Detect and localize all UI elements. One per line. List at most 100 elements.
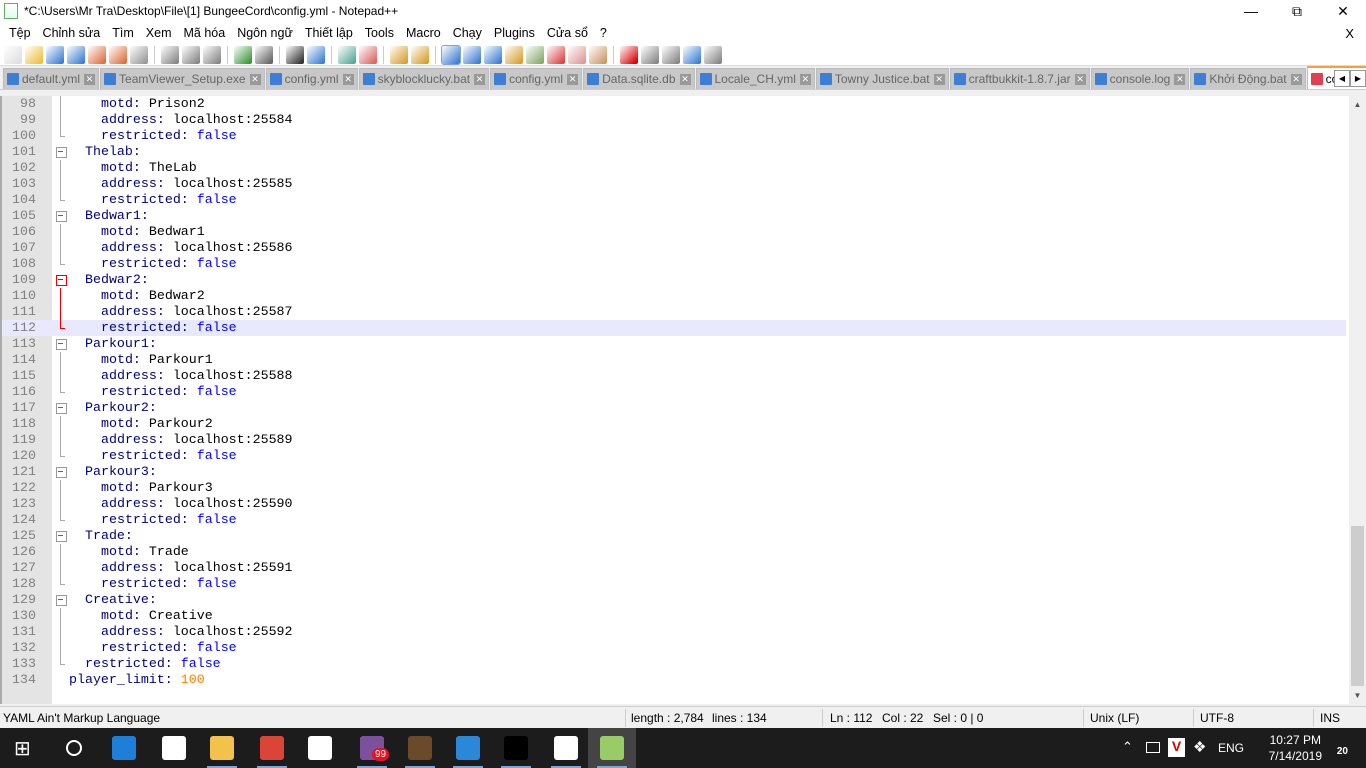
code-line[interactable]: 100 restricted: false <box>2 128 1346 144</box>
code-line[interactable]: 124 restricted: false <box>2 512 1346 528</box>
minimize-button[interactable]: — <box>1228 0 1274 22</box>
code-line[interactable]: 122 motd: Parkour3 <box>2 480 1346 496</box>
tab-scroll-left-button[interactable]: ◀ <box>1334 70 1350 87</box>
code-line[interactable]: 107 address: localhost:25586 <box>2 240 1346 256</box>
dropbox-icon[interactable]: ❖ <box>1193 738 1206 756</box>
monitoring-icon[interactable] <box>589 45 607 64</box>
code-line[interactable]: 134 player_limit: 100 <box>2 672 1346 688</box>
menu-3[interactable]: Xem <box>140 26 178 40</box>
code-line[interactable]: 108 restricted: false <box>2 256 1346 272</box>
menu-12[interactable]: ? <box>594 26 613 40</box>
open-file-icon[interactable] <box>25 45 43 64</box>
maximize-button[interactable]: ⧉ <box>1274 0 1320 22</box>
code-line[interactable]: 109 Bedwar2: <box>2 272 1346 288</box>
chrome-icon[interactable] <box>260 736 284 760</box>
menu-5[interactable]: Ngôn ngữ <box>231 26 299 40</box>
vertical-scrollbar[interactable]: ▲ ▼ <box>1349 96 1366 704</box>
copy-icon[interactable] <box>182 45 200 64</box>
tab-close-icon[interactable]: ✕ <box>933 73 945 85</box>
tab-3[interactable]: skyblocklucky.bat ✕ <box>358 68 490 89</box>
fold-toggle-icon[interactable] <box>56 208 67 224</box>
tab-6[interactable]: Locale_CH.yml ✕ <box>695 68 815 89</box>
code-line[interactable]: 106 motd: Bedwar1 <box>2 224 1346 240</box>
code-line[interactable]: 129 Creative: <box>2 592 1346 608</box>
code-line[interactable]: 112 restricted: false <box>2 320 1346 336</box>
zoom-out-icon[interactable] <box>359 45 377 64</box>
save-icon[interactable] <box>46 45 64 64</box>
menu-2[interactable]: Tìm <box>106 26 140 40</box>
tab-close-icon[interactable]: ✕ <box>249 73 261 85</box>
antivirus-icon[interactable]: V <box>1168 738 1185 757</box>
print-icon[interactable] <box>130 45 148 64</box>
code-line[interactable]: 126 motd: Trade <box>2 544 1346 560</box>
redo-icon[interactable] <box>255 45 273 64</box>
settings-icon[interactable] <box>554 736 578 760</box>
menu-8[interactable]: Macro <box>400 26 447 40</box>
find-icon[interactable] <box>286 45 304 64</box>
cortana-icon[interactable] <box>66 740 82 756</box>
code-line[interactable]: 114 motd: Parkour1 <box>2 352 1346 368</box>
cmd-icon[interactable] <box>504 736 528 760</box>
fold-toggle-icon[interactable] <box>56 464 67 480</box>
code-line[interactable]: 101 Thelab: <box>2 144 1346 160</box>
play-macro-icon[interactable] <box>662 45 680 64</box>
paste-icon[interactable] <box>203 45 221 64</box>
code-line[interactable]: 120 restricted: false <box>2 448 1346 464</box>
indent-guide-icon[interactable] <box>484 45 502 64</box>
mail-icon[interactable] <box>162 736 186 760</box>
tab-8[interactable]: craftbukkit-1.8.7.jar ✕ <box>949 68 1090 89</box>
fold-toggle-icon[interactable] <box>56 528 67 544</box>
tab-close-icon[interactable]: ✕ <box>567 73 579 85</box>
scroll-thumb[interactable] <box>1351 526 1364 686</box>
menu-6[interactable]: Thiết lập <box>299 26 359 40</box>
tab-scroll-right-button[interactable]: ▶ <box>1350 70 1366 87</box>
code-line[interactable]: 113 Parkour1: <box>2 336 1346 352</box>
code-line[interactable]: 98 motd: Prison2 <box>2 96 1346 112</box>
save-macro-icon[interactable] <box>704 45 722 64</box>
fold-toggle-icon[interactable] <box>56 336 67 352</box>
menu-9[interactable]: Chạy <box>447 26 488 40</box>
cut-icon[interactable] <box>161 45 179 64</box>
fold-toggle-icon[interactable] <box>56 592 67 608</box>
code-line[interactable]: 125 Trade: <box>2 528 1346 544</box>
code-line[interactable]: 115 address: localhost:25588 <box>2 368 1346 384</box>
code-line[interactable]: 111 address: localhost:25587 <box>2 304 1346 320</box>
minecraft-icon[interactable] <box>408 736 432 760</box>
code-line[interactable]: 123 address: localhost:25590 <box>2 496 1346 512</box>
tab-1[interactable]: TeamViewer_Setup.exe ✕ <box>100 68 265 89</box>
code-line[interactable]: 102 motd: TheLab <box>2 160 1346 176</box>
tab-close-icon[interactable]: ✕ <box>1074 73 1086 85</box>
code-line[interactable]: 104 restricted: false <box>2 192 1346 208</box>
run-macro-multiple-icon[interactable] <box>683 45 701 64</box>
stop-macro-icon[interactable] <box>641 45 659 64</box>
scroll-up-arrow-icon[interactable]: ▲ <box>1349 96 1366 113</box>
code-line[interactable]: 99 address: localhost:25584 <box>2 112 1346 128</box>
scroll-down-arrow-icon[interactable]: ▼ <box>1349 687 1366 704</box>
show-all-chars-icon[interactable] <box>463 45 481 64</box>
fold-toggle-icon[interactable] <box>56 144 67 160</box>
menu-7[interactable]: Tools <box>359 26 400 40</box>
file-explorer-icon[interactable] <box>210 736 234 760</box>
close-window-button[interactable]: ✕ <box>1320 0 1366 22</box>
start-icon[interactable]: ⊞ <box>14 736 38 760</box>
tab-9[interactable]: console.log ✕ <box>1090 68 1190 89</box>
code-line[interactable]: 133 restricted: false <box>2 656 1346 672</box>
function-list-icon[interactable] <box>526 45 544 64</box>
tab-close-icon[interactable]: ✕ <box>1174 73 1186 85</box>
folder-workspace-icon[interactable] <box>547 45 565 64</box>
clock[interactable]: 10:27 PM 7/14/2019 <box>1269 732 1322 764</box>
doc-map-icon[interactable] <box>505 45 523 64</box>
menu-0[interactable]: Tệp <box>3 26 37 40</box>
tab-0[interactable]: default.yml ✕ <box>3 68 100 89</box>
store-icon[interactable] <box>308 736 332 760</box>
tab-close-icon[interactable]: ✕ <box>799 73 811 85</box>
editor[interactable]: 98 motd: Prison2 99 address: localhost:2558… <box>0 96 1366 704</box>
menu-11[interactable]: Cửa sổ <box>541 26 594 40</box>
save-all-icon[interactable] <box>67 45 85 64</box>
tab-close-icon[interactable]: ✕ <box>474 73 486 85</box>
sync-horizontal-icon[interactable] <box>411 45 429 64</box>
code-line[interactable]: 132 restricted: false <box>2 640 1346 656</box>
undo-icon[interactable] <box>234 45 252 64</box>
code-line[interactable]: 118 motd: Parkour2 <box>2 416 1346 432</box>
code-line[interactable]: 121 Parkour3: <box>2 464 1346 480</box>
